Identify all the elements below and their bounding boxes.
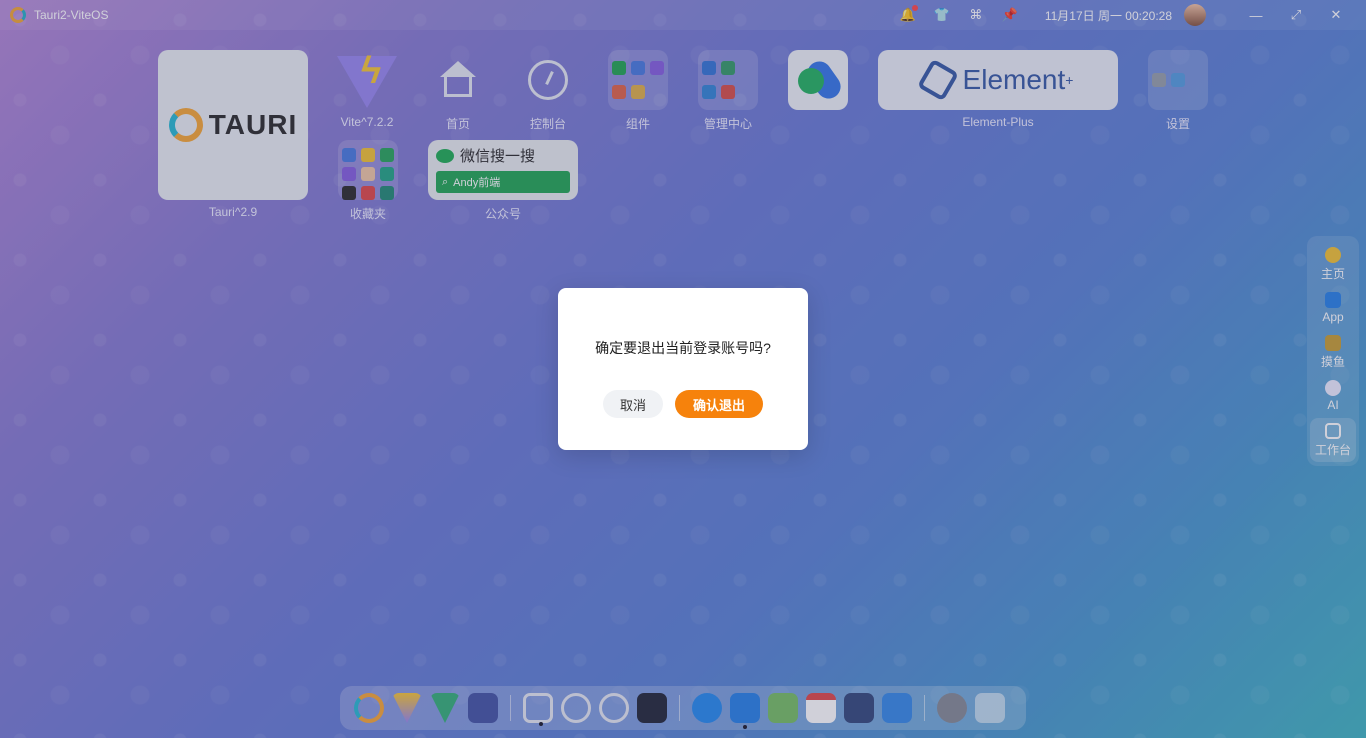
logout-confirm-dialog: 确定要退出当前登录账号吗? xyxy=(558,288,808,450)
confirm-logout-button[interactable]: 确认退出 xyxy=(675,390,763,418)
dialog-message: 确定要退出当前登录账号吗? xyxy=(595,340,771,356)
cancel-button[interactable]: 取消 xyxy=(603,390,663,418)
